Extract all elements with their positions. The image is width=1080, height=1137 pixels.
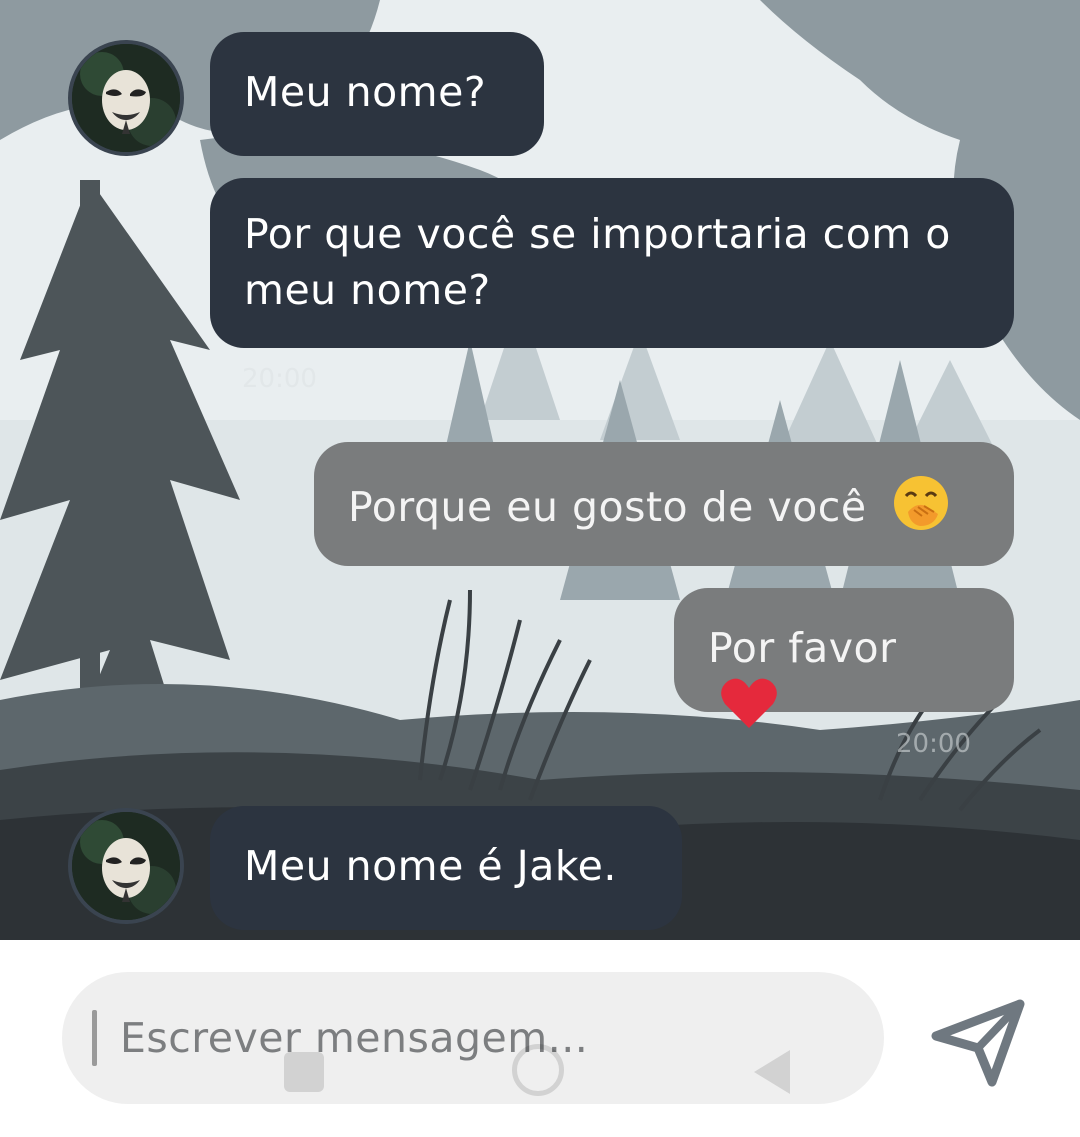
chat-area[interactable]: Meu nome? Por que você se importaria com…	[0, 0, 1080, 940]
message-input[interactable]	[120, 972, 840, 1104]
contact-avatar[interactable]	[68, 40, 184, 156]
message-timestamp: 20:00	[896, 729, 971, 759]
incoming-message-bubble[interactable]: Meu nome?	[210, 32, 544, 156]
red-heart-emoji	[720, 676, 778, 744]
message-composer	[0, 940, 1080, 1137]
message-text: Meu nome é Jake.	[244, 842, 617, 890]
nav-back-icon	[754, 1050, 790, 1094]
send-icon	[931, 999, 1025, 1087]
message-text: Porque eu gosto de você	[348, 483, 867, 531]
incoming-message-bubble[interactable]: Por que você se importaria com o meu nom…	[210, 178, 1014, 348]
masked-user-avatar-icon	[72, 44, 180, 152]
nav-circle-icon	[512, 1044, 564, 1096]
outgoing-message-bubble[interactable]: Porque eu gosto de você	[314, 442, 1014, 566]
text-caret	[92, 1010, 97, 1066]
message-timestamp: 20:00	[242, 364, 317, 394]
message-text: Por que você se importaria com o meu nom…	[244, 210, 951, 314]
nav-square-icon	[284, 1052, 324, 1092]
incoming-message-bubble[interactable]: Meu nome é Jake.	[210, 806, 682, 930]
message-text: Por favor	[708, 624, 897, 672]
send-button[interactable]	[930, 992, 1026, 1088]
masked-user-avatar-icon	[72, 812, 180, 920]
contact-avatar[interactable]	[68, 808, 184, 924]
outgoing-message-bubble[interactable]: Por favor	[674, 588, 1014, 728]
message-text: Meu nome?	[244, 68, 487, 116]
face-with-hand-over-mouth-emoji	[892, 474, 950, 546]
